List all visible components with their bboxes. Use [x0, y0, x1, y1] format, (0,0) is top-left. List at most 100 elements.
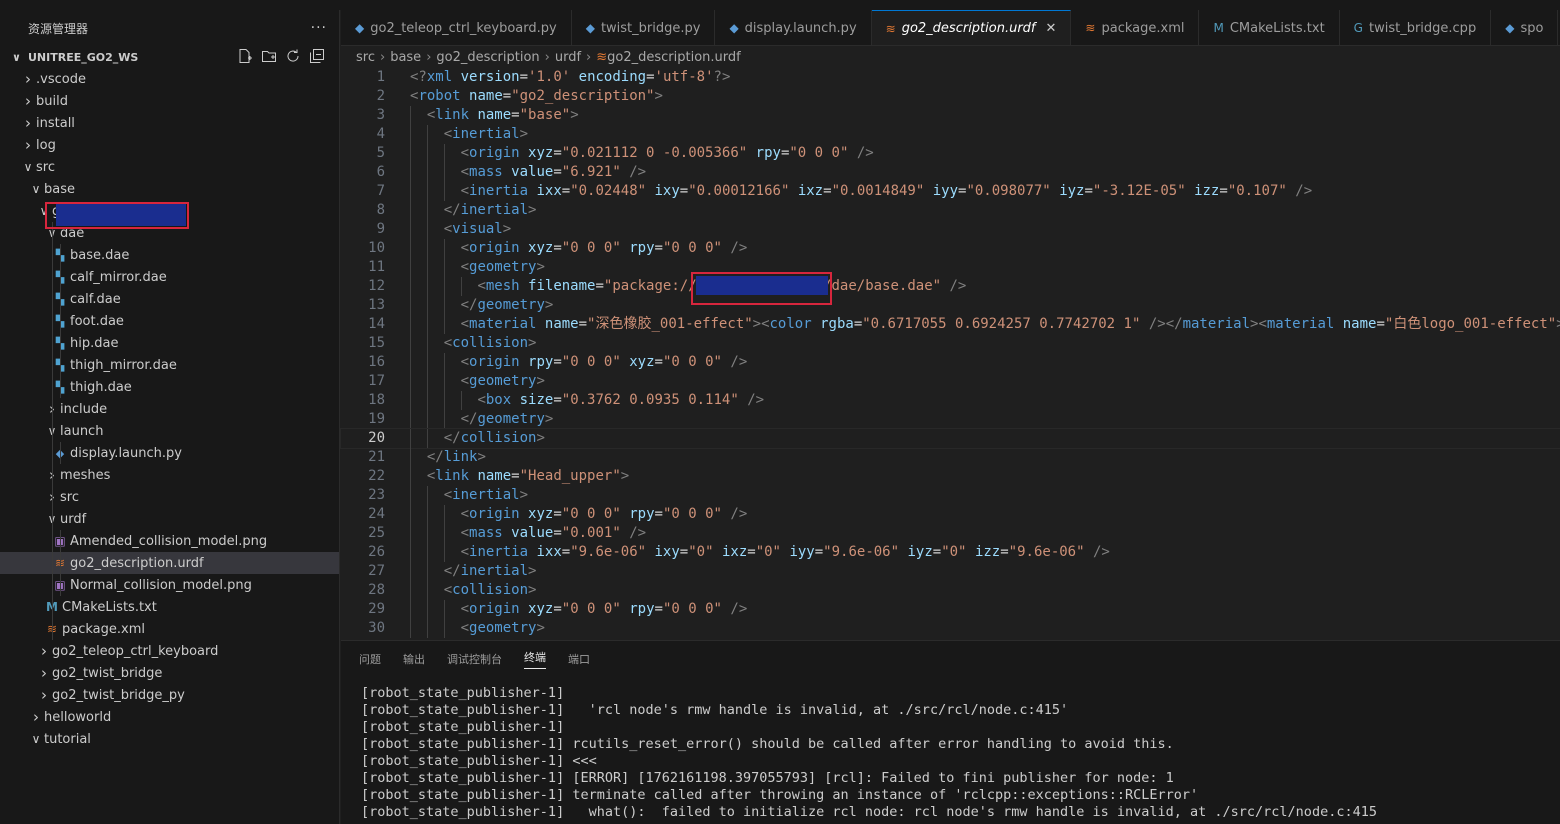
chevron-right-icon: › [41, 664, 47, 682]
line-number: 10 [368, 240, 385, 256]
file-item[interactable]: ▚thigh.dae [0, 376, 339, 398]
file-item[interactable]: ◆display.launch.py [0, 442, 339, 464]
folder-item[interactable]: ∨ base [0, 178, 339, 200]
tab-display-launch-py[interactable]: ◆ display.launch.py [715, 10, 872, 45]
tab-twist-bridge-cpp[interactable]: Gtwist_bridge.cpp [1340, 10, 1492, 45]
indent-guide [426, 220, 428, 239]
indent-guide [410, 296, 411, 315]
code-line: 7 <inertia ixx="0.02448" ixy="0.00012166… [341, 182, 1560, 201]
file-item[interactable]: MCMakeLists.txt [0, 596, 339, 618]
rss-icon: ≋ [885, 21, 896, 36]
tab-go2-teleop-ctrl-keyboard-py[interactable]: ◆ go2_teleop_ctrl_keyboard.py [341, 10, 572, 45]
indent-guide [52, 332, 53, 354]
folder-item[interactable]: › log [0, 134, 339, 156]
file-item[interactable]: ▚foot.dae [0, 310, 339, 332]
tree-item-label: tutorial [44, 731, 91, 747]
file-item[interactable]: ≋package.xml [0, 618, 339, 640]
indent-guide [410, 315, 411, 334]
panel-tab[interactable]: 终端 [524, 649, 546, 669]
tab-label: display.launch.py [744, 20, 857, 36]
close-icon[interactable]: ✕ [1046, 21, 1057, 36]
chevron-right-icon: › [25, 114, 31, 132]
chevron-down-icon: ∨ [23, 160, 33, 174]
breadcrumb-item[interactable]: go2_description [436, 50, 539, 65]
collapse-all-icon[interactable] [309, 48, 325, 64]
tab-package-xml[interactable]: ≋ package.xml [1071, 10, 1200, 45]
breadcrumb-item[interactable]: base [390, 50, 421, 65]
workspace-header[interactable]: ∨ UNITREE_GO2_WS [0, 46, 339, 68]
tree-item-label: log [36, 137, 56, 153]
line-number: 16 [368, 354, 385, 370]
indent-guide [443, 144, 445, 163]
indent-guide [443, 600, 445, 619]
folder-item[interactable]: › install [0, 112, 339, 134]
panel-tab[interactable]: 问题 [359, 651, 381, 667]
folder-item[interactable]: › go2_teleop_ctrl_keyboard [0, 640, 339, 662]
line-number: 19 [368, 411, 385, 427]
folder-item[interactable]: › .vscode [0, 68, 339, 90]
panel-tab[interactable]: 输出 [403, 651, 425, 667]
indent-guide [410, 562, 411, 581]
folder-item[interactable]: ›include [0, 398, 339, 420]
folder-item[interactable]: › go2_twist_bridge [0, 662, 339, 684]
indent-guide [410, 182, 411, 201]
chevron-down-icon: ∨ [31, 182, 41, 196]
folder-item[interactable]: ∨urdf [0, 508, 339, 530]
breadcrumb-item[interactable]: go2_description.urdf [607, 50, 741, 65]
breadcrumb-item[interactable]: src [356, 50, 375, 65]
chevron-down-icon: ∨ [12, 50, 21, 64]
file-item[interactable]: ▚hip.dae [0, 332, 339, 354]
code-line: 6 <mass value="6.921" /> [341, 163, 1560, 182]
tree-item-label: meshes [60, 467, 111, 483]
refresh-icon[interactable] [285, 48, 301, 64]
explorer-sidebar: 资源管理器 ··· ∨ UNITREE_GO2_WS › .vscode › buil… [0, 10, 340, 824]
terminal-line: [robot_state_publisher-1] rcutils_reset_… [361, 736, 1174, 752]
folder-item[interactable]: ∨ src [0, 156, 339, 178]
file-item[interactable]: ≋go2_description.urdf [0, 552, 339, 574]
folder-item[interactable]: › go2_twist_bridge_py [0, 684, 339, 706]
code-text: <visual> [443, 221, 512, 237]
tree-item-label: urdf [60, 511, 87, 527]
folder-item[interactable]: ›src [0, 486, 339, 508]
tree-item-label: thigh_mirror.dae [70, 357, 177, 373]
tab-twist-bridge-py[interactable]: ◆ twist_bridge.py [572, 10, 716, 45]
folder-item[interactable]: ›meshes [0, 464, 339, 486]
file-item[interactable]: ▚calf_mirror.dae [0, 266, 339, 288]
more-actions-icon[interactable]: ··· [311, 20, 327, 36]
indent-guide [443, 239, 445, 258]
new-folder-icon[interactable] [261, 48, 277, 64]
tab-go2-description-urdf[interactable]: ≋ go2_description.urdf ✕ [871, 10, 1072, 45]
code-line: 1 <?xml version='1.0' encoding='utf-8'?> [341, 68, 1560, 87]
tab-cmakelists-txt[interactable]: M CMakeLists.txt [1199, 10, 1340, 45]
new-file-icon[interactable] [237, 48, 253, 64]
panel-tab[interactable]: 端口 [568, 651, 590, 667]
python-icon: ◆ [355, 21, 365, 35]
terminal-line: [robot_state_publisher-1] what(): failed… [361, 804, 1377, 820]
line-number: 8 [376, 202, 385, 218]
tab-spo[interactable]: ◆ spo [1491, 10, 1559, 45]
cmake-icon: M [1213, 21, 1224, 35]
file-item[interactable]: ▣Normal_collision_model.png [0, 574, 339, 596]
code-editor[interactable]: 1 <?xml version='1.0' encoding='utf-8'?> 2… [340, 68, 1560, 640]
terminal-output[interactable]: [robot_state_publisher-1] [robot_state_pu… [361, 685, 1377, 821]
code-text: <mass value="0.001" /> [460, 525, 647, 541]
folder-item[interactable]: › helloworld [0, 706, 339, 728]
panel-tabs: 问题 输出 调试控制台 终端 端口 [341, 641, 1560, 677]
file-item[interactable]: ▚calf.dae [0, 288, 339, 310]
chevron-right-icon: › [33, 708, 39, 726]
panel-tab[interactable]: 调试控制台 [447, 651, 502, 667]
line-number: 4 [376, 126, 385, 142]
indent-guide [426, 163, 428, 182]
file-item[interactable]: ▚base.dae [0, 244, 339, 266]
file-item[interactable]: ▣Amended_collision_model.png [0, 530, 339, 552]
file-item[interactable]: ▚thigh_mirror.dae [0, 354, 339, 376]
workspace-actions [237, 48, 325, 64]
folder-item[interactable]: ∨ tutorial [0, 728, 339, 750]
breadcrumb-item[interactable]: urdf [555, 50, 581, 65]
code-line: 5 <origin xyz="0.021112 0 -0.005366" rpy… [341, 144, 1560, 163]
folder-item[interactable]: ∨launch [0, 420, 339, 442]
folder-item[interactable]: › build [0, 90, 339, 112]
indent-guide [60, 310, 61, 332]
explorer-title: 资源管理器 [28, 21, 89, 36]
indent-guide [426, 277, 428, 296]
